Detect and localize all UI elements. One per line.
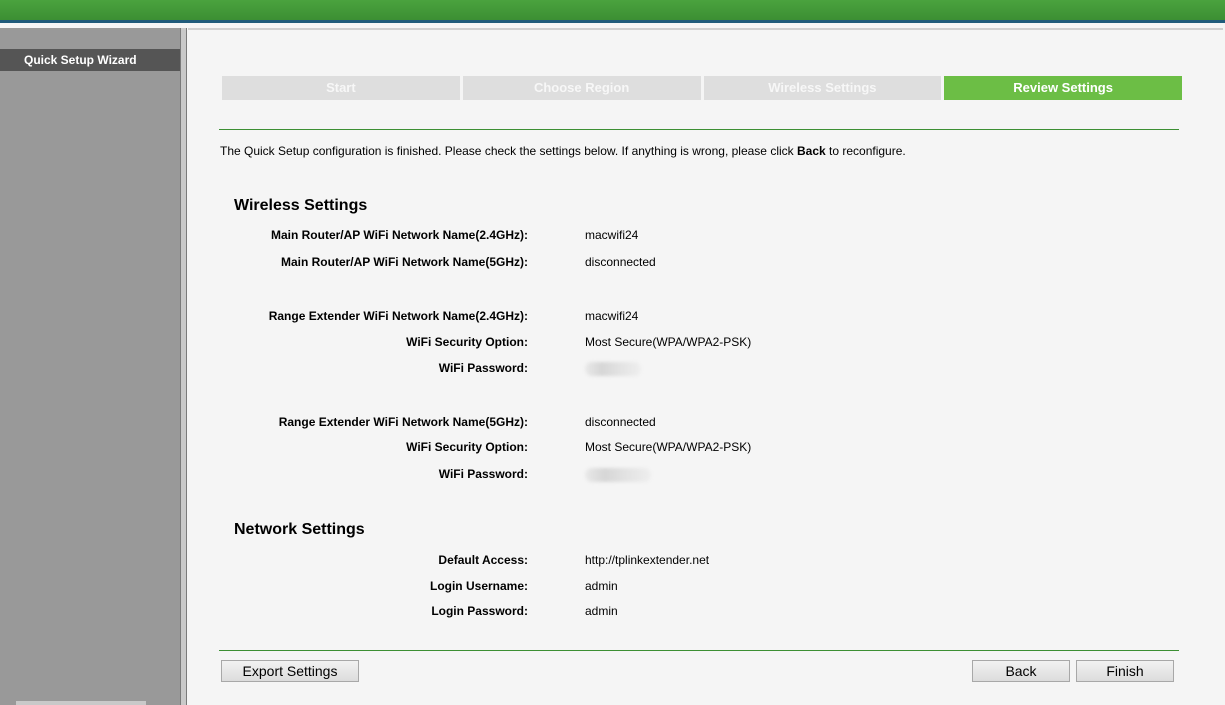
ext-24-security-label: WiFi Security Option:: [406, 335, 528, 349]
login-username-row: Login Username: admin: [188, 579, 1223, 595]
main-content: Start Choose Region Wireless Settings Re…: [188, 28, 1223, 705]
step-start: Start: [222, 76, 460, 100]
sidebar-scrollbar[interactable]: [16, 701, 146, 705]
default-access-row: Default Access: http://tplinkextender.ne…: [188, 553, 1223, 569]
ext-24-label: Range Extender WiFi Network Name(2.4GHz)…: [268, 309, 528, 323]
ext-5-security-row: WiFi Security Option: Most Secure(WPA/WP…: [188, 440, 1223, 456]
ext-5-password-label: WiFi Password:: [438, 467, 528, 481]
ext-24-security-value: Most Secure(WPA/WPA2-PSK): [585, 335, 752, 349]
default-access-value: http://tplinkextender.net: [585, 553, 710, 567]
main-24-label: Main Router/AP WiFi Network Name(2.4GHz)…: [270, 228, 528, 242]
network-settings-title: Network Settings: [234, 521, 365, 538]
default-access-label: Default Access:: [438, 553, 528, 567]
ext-24-row: Range Extender WiFi Network Name(2.4GHz)…: [188, 309, 1223, 325]
sidebar: Quick Setup Wizard: [0, 28, 180, 705]
divider-bottom: [219, 650, 1179, 651]
wizard-steps: Start Choose Region Wireless Settings Re…: [222, 76, 1182, 100]
sidebar-item-quick-setup-wizard[interactable]: Quick Setup Wizard: [0, 49, 180, 71]
login-username-label: Login Username:: [429, 579, 528, 593]
ext-24-password-value-blurred: [585, 361, 641, 376]
ext-24-value: macwifi24: [585, 309, 639, 323]
ext-24-security-row: WiFi Security Option: Most Secure(WPA/WP…: [188, 335, 1223, 351]
sidebar-divider[interactable]: [180, 28, 187, 705]
finish-button[interactable]: Finish: [1076, 660, 1174, 682]
ext-24-password-row: WiFi Password:: [188, 361, 1223, 377]
login-username-value: admin: [585, 579, 618, 593]
login-password-row: Login Password: admin: [188, 604, 1223, 620]
step-choose-region: Choose Region: [462, 76, 701, 100]
intro-text: The Quick Setup configuration is finishe…: [220, 144, 906, 158]
login-password-value: admin: [585, 604, 618, 618]
top-banner: [0, 0, 1225, 23]
ext-24-password-label: WiFi Password:: [438, 361, 528, 375]
main-5-row: Main Router/AP WiFi Network Name(5GHz): …: [188, 255, 1223, 271]
main-24-row: Main Router/AP WiFi Network Name(2.4GHz)…: [188, 228, 1223, 244]
main-5-label: Main Router/AP WiFi Network Name(5GHz):: [280, 255, 528, 269]
back-button[interactable]: Back: [972, 660, 1070, 682]
login-password-label: Login Password:: [431, 604, 528, 618]
step-review-settings: Review Settings: [944, 76, 1182, 100]
export-settings-button[interactable]: Export Settings: [221, 660, 359, 682]
intro-back-word: Back: [796, 144, 826, 158]
main-5-value: disconnected: [585, 255, 656, 269]
divider-top: [219, 129, 1179, 130]
ext-5-password-value-blurred: [585, 467, 651, 482]
wireless-settings-title: Wireless Settings: [234, 197, 368, 214]
ext-5-label: Range Extender WiFi Network Name(5GHz):: [278, 415, 528, 429]
ext-5-value: disconnected: [585, 415, 656, 429]
main-24-value: macwifi24: [585, 228, 639, 242]
ext-5-security-value: Most Secure(WPA/WPA2-PSK): [585, 440, 752, 454]
ext-5-password-row: WiFi Password:: [188, 467, 1223, 483]
ext-5-security-label: WiFi Security Option:: [406, 440, 528, 454]
step-wireless-settings: Wireless Settings: [703, 76, 942, 100]
ext-5-row: Range Extender WiFi Network Name(5GHz): …: [188, 415, 1223, 431]
